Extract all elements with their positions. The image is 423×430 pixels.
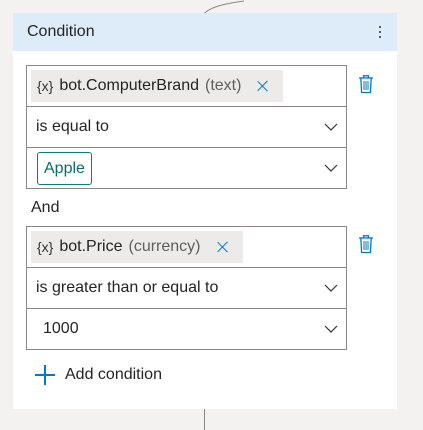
add-condition-button[interactable]: Add condition xyxy=(35,365,162,385)
value-text[interactable]: 1000 xyxy=(43,320,79,338)
more-options-icon[interactable] xyxy=(373,23,387,41)
chevron-down-icon[interactable] xyxy=(324,322,338,334)
variable-icon: {x} xyxy=(37,239,54,255)
condition-group-1: {x} bot.ComputerBrand (text) is equal to… xyxy=(26,65,347,189)
variable-chip[interactable]: {x} bot.ComputerBrand (text) xyxy=(31,70,284,102)
operator-value: is equal to xyxy=(36,118,109,135)
variable-row[interactable]: {x} bot.Price (currency) xyxy=(27,227,346,268)
operator-dropdown[interactable]: is greater than or equal to xyxy=(27,268,346,309)
variable-row[interactable]: {x} bot.ComputerBrand (text) xyxy=(27,66,346,107)
chevron-down-icon[interactable] xyxy=(324,281,338,293)
delete-condition-2-icon[interactable] xyxy=(358,234,374,254)
connector-line-bottom xyxy=(204,409,205,430)
plus-icon xyxy=(35,365,55,385)
variable-chip[interactable]: {x} bot.Price (currency) xyxy=(31,231,243,263)
variable-name: bot.Price xyxy=(59,238,123,255)
add-condition-label: Add condition xyxy=(65,366,162,383)
remove-variable-icon[interactable] xyxy=(217,241,229,253)
operator-dropdown[interactable]: is equal to xyxy=(27,107,346,148)
value-tag[interactable]: Apple xyxy=(37,152,92,185)
chevron-down-icon[interactable] xyxy=(324,161,338,173)
value-dropdown[interactable]: 1000 xyxy=(27,309,346,349)
variable-type: (text) xyxy=(205,77,242,94)
delete-condition-1-icon[interactable] xyxy=(358,74,374,94)
variable-name: bot.ComputerBrand xyxy=(59,77,199,94)
operator-value: is greater than or equal to xyxy=(36,279,219,296)
joiner-label: And xyxy=(31,199,60,216)
remove-variable-icon[interactable] xyxy=(257,80,269,92)
condition-node-card: Condition {x} bot.ComputerBrand (text) i… xyxy=(13,13,397,409)
condition-node-header: Condition xyxy=(13,13,397,51)
variable-type: (currency) xyxy=(128,238,201,255)
variable-icon: {x} xyxy=(37,78,54,94)
value-dropdown[interactable]: Apple xyxy=(27,148,346,188)
condition-group-2: {x} bot.Price (currency) is greater than… xyxy=(26,226,347,350)
node-title: Condition xyxy=(27,23,95,40)
chevron-down-icon[interactable] xyxy=(324,120,338,132)
